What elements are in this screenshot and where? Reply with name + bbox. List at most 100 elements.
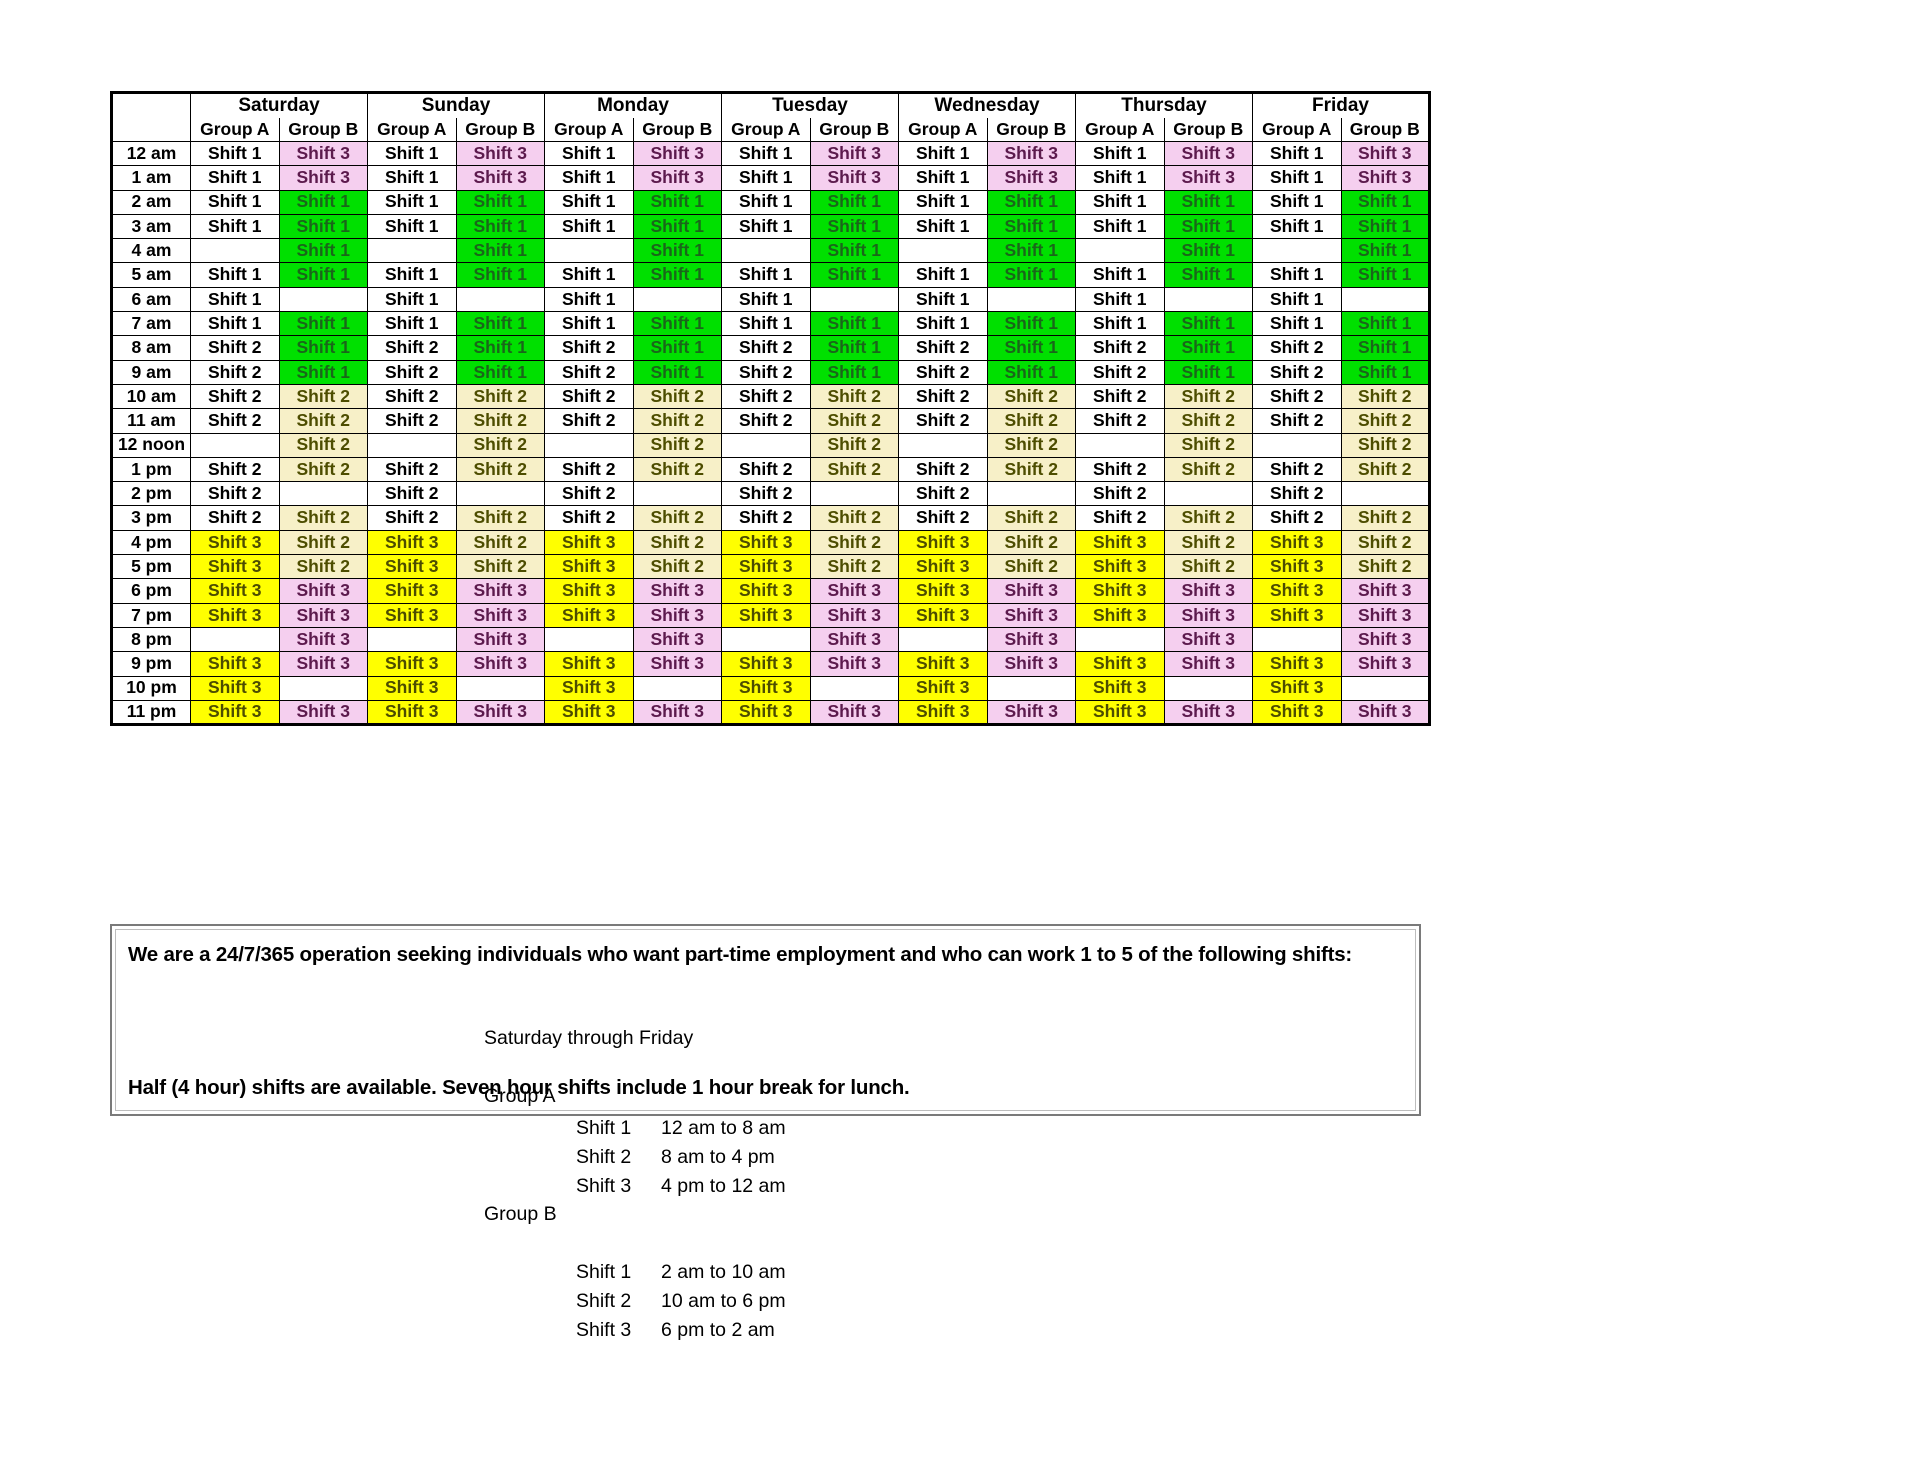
shift-cell-saturday-a-20[interactable] <box>190 626 280 653</box>
shift-cell-wednesday-a-23[interactable]: Shift 3 <box>898 699 988 726</box>
shift-cell-monday-a-7[interactable]: Shift 1 <box>544 311 634 337</box>
shift-cell-tuesday-b-8[interactable]: Shift 1 <box>809 335 899 361</box>
shift-cell-saturday-b-16[interactable]: Shift 2 <box>278 529 368 556</box>
shift-cell-sunday-b-23[interactable]: Shift 3 <box>455 699 545 726</box>
shift-cell-tuesday-b-13[interactable]: Shift 2 <box>809 456 899 483</box>
shift-cell-monday-a-11[interactable]: Shift 2 <box>544 408 634 434</box>
shift-cell-saturday-b-0[interactable]: Shift 3 <box>278 140 368 167</box>
shift-cell-monday-b-11[interactable]: Shift 2 <box>632 408 722 434</box>
shift-cell-friday-b-1[interactable]: Shift 3 <box>1340 165 1430 191</box>
shift-cell-saturday-a-18[interactable]: Shift 3 <box>190 578 280 604</box>
shift-cell-saturday-a-19[interactable]: Shift 3 <box>190 602 280 628</box>
shift-cell-friday-a-12[interactable] <box>1252 432 1342 458</box>
shift-cell-wednesday-b-9[interactable]: Shift 1 <box>986 359 1076 385</box>
shift-cell-sunday-b-19[interactable]: Shift 3 <box>455 602 545 628</box>
shift-cell-monday-a-17[interactable]: Shift 3 <box>544 554 634 580</box>
shift-cell-tuesday-a-6[interactable]: Shift 1 <box>721 286 811 313</box>
shift-cell-friday-a-2[interactable]: Shift 1 <box>1252 189 1342 215</box>
shift-cell-tuesday-a-11[interactable]: Shift 2 <box>721 408 811 434</box>
shift-cell-monday-b-15[interactable]: Shift 2 <box>632 505 722 531</box>
shift-cell-saturday-b-13[interactable]: Shift 2 <box>278 456 368 483</box>
shift-cell-thursday-b-9[interactable]: Shift 1 <box>1163 359 1253 385</box>
shift-cell-tuesday-a-1[interactable]: Shift 1 <box>721 165 811 191</box>
shift-cell-thursday-a-22[interactable]: Shift 3 <box>1075 675 1165 701</box>
shift-cell-friday-b-19[interactable]: Shift 3 <box>1340 602 1430 628</box>
shift-cell-wednesday-a-18[interactable]: Shift 3 <box>898 578 988 604</box>
shift-cell-friday-a-10[interactable]: Shift 2 <box>1252 383 1342 410</box>
shift-cell-saturday-b-9[interactable]: Shift 1 <box>278 359 368 385</box>
shift-cell-sunday-b-9[interactable]: Shift 1 <box>455 359 545 385</box>
shift-cell-friday-b-2[interactable]: Shift 1 <box>1340 189 1430 215</box>
shift-cell-wednesday-b-20[interactable]: Shift 3 <box>986 626 1076 653</box>
shift-cell-monday-a-10[interactable]: Shift 2 <box>544 383 634 410</box>
shift-cell-sunday-a-19[interactable]: Shift 3 <box>367 602 457 628</box>
shift-cell-saturday-a-6[interactable]: Shift 1 <box>190 286 280 313</box>
shift-cell-sunday-b-10[interactable]: Shift 2 <box>455 383 545 410</box>
shift-cell-friday-b-6[interactable] <box>1340 286 1430 313</box>
shift-cell-tuesday-a-12[interactable] <box>721 432 811 458</box>
shift-cell-thursday-a-18[interactable]: Shift 3 <box>1075 578 1165 604</box>
shift-cell-sunday-b-22[interactable] <box>455 675 545 701</box>
shift-cell-friday-a-3[interactable]: Shift 1 <box>1252 213 1342 240</box>
shift-cell-wednesday-a-16[interactable]: Shift 3 <box>898 529 988 556</box>
shift-cell-saturday-b-4[interactable]: Shift 1 <box>278 238 368 264</box>
shift-cell-friday-b-9[interactable]: Shift 1 <box>1340 359 1430 385</box>
shift-cell-tuesday-a-15[interactable]: Shift 2 <box>721 505 811 531</box>
shift-cell-sunday-b-16[interactable]: Shift 2 <box>455 529 545 556</box>
shift-cell-sunday-a-22[interactable]: Shift 3 <box>367 675 457 701</box>
shift-cell-friday-b-12[interactable]: Shift 2 <box>1340 432 1430 458</box>
shift-cell-thursday-a-1[interactable]: Shift 1 <box>1075 165 1165 191</box>
shift-cell-saturday-b-12[interactable]: Shift 2 <box>278 432 368 458</box>
shift-cell-saturday-b-20[interactable]: Shift 3 <box>278 626 368 653</box>
shift-cell-wednesday-a-6[interactable]: Shift 1 <box>898 286 988 313</box>
shift-cell-friday-b-22[interactable] <box>1340 675 1430 701</box>
shift-cell-friday-b-20[interactable]: Shift 3 <box>1340 626 1430 653</box>
shift-cell-thursday-b-11[interactable]: Shift 2 <box>1163 408 1253 434</box>
shift-cell-tuesday-a-16[interactable]: Shift 3 <box>721 529 811 556</box>
shift-cell-monday-a-20[interactable] <box>544 626 634 653</box>
shift-cell-sunday-b-8[interactable]: Shift 1 <box>455 335 545 361</box>
shift-cell-thursday-b-22[interactable] <box>1163 675 1253 701</box>
shift-cell-monday-b-14[interactable] <box>632 481 722 507</box>
shift-cell-tuesday-b-21[interactable]: Shift 3 <box>809 651 899 677</box>
shift-cell-thursday-a-15[interactable]: Shift 2 <box>1075 505 1165 531</box>
shift-cell-tuesday-a-17[interactable]: Shift 3 <box>721 554 811 580</box>
shift-cell-thursday-a-8[interactable]: Shift 2 <box>1075 335 1165 361</box>
shift-cell-friday-a-5[interactable]: Shift 1 <box>1252 262 1342 288</box>
shift-cell-saturday-a-3[interactable]: Shift 1 <box>190 213 280 240</box>
shift-cell-monday-a-3[interactable]: Shift 1 <box>544 213 634 240</box>
shift-cell-tuesday-b-12[interactable]: Shift 2 <box>809 432 899 458</box>
shift-cell-tuesday-b-19[interactable]: Shift 3 <box>809 602 899 628</box>
shift-cell-thursday-a-7[interactable]: Shift 1 <box>1075 311 1165 337</box>
shift-cell-thursday-b-19[interactable]: Shift 3 <box>1163 602 1253 628</box>
shift-cell-saturday-b-5[interactable]: Shift 1 <box>278 262 368 288</box>
shift-cell-friday-a-16[interactable]: Shift 3 <box>1252 529 1342 556</box>
shift-cell-sunday-a-1[interactable]: Shift 1 <box>367 165 457 191</box>
shift-cell-monday-b-17[interactable]: Shift 2 <box>632 554 722 580</box>
shift-cell-thursday-a-16[interactable]: Shift 3 <box>1075 529 1165 556</box>
shift-cell-sunday-a-13[interactable]: Shift 2 <box>367 456 457 483</box>
shift-cell-friday-b-23[interactable]: Shift 3 <box>1340 699 1430 726</box>
shift-cell-thursday-b-15[interactable]: Shift 2 <box>1163 505 1253 531</box>
shift-cell-friday-a-23[interactable]: Shift 3 <box>1252 699 1342 726</box>
shift-cell-thursday-b-10[interactable]: Shift 2 <box>1163 383 1253 410</box>
shift-cell-wednesday-a-7[interactable]: Shift 1 <box>898 311 988 337</box>
shift-cell-sunday-b-17[interactable]: Shift 2 <box>455 554 545 580</box>
shift-cell-monday-b-7[interactable]: Shift 1 <box>632 311 722 337</box>
shift-cell-wednesday-b-14[interactable] <box>986 481 1076 507</box>
shift-cell-monday-a-5[interactable]: Shift 1 <box>544 262 634 288</box>
shift-cell-monday-a-16[interactable]: Shift 3 <box>544 529 634 556</box>
shift-cell-sunday-a-18[interactable]: Shift 3 <box>367 578 457 604</box>
shift-cell-tuesday-a-13[interactable]: Shift 2 <box>721 456 811 483</box>
shift-cell-tuesday-b-20[interactable]: Shift 3 <box>809 626 899 653</box>
shift-cell-saturday-a-1[interactable]: Shift 1 <box>190 165 280 191</box>
shift-cell-friday-a-14[interactable]: Shift 2 <box>1252 481 1342 507</box>
shift-cell-thursday-a-6[interactable]: Shift 1 <box>1075 286 1165 313</box>
shift-cell-thursday-a-21[interactable]: Shift 3 <box>1075 651 1165 677</box>
shift-cell-tuesday-b-17[interactable]: Shift 2 <box>809 554 899 580</box>
shift-cell-monday-b-1[interactable]: Shift 3 <box>632 165 722 191</box>
shift-cell-wednesday-a-0[interactable]: Shift 1 <box>898 140 988 167</box>
shift-cell-monday-b-23[interactable]: Shift 3 <box>632 699 722 726</box>
shift-cell-monday-b-8[interactable]: Shift 1 <box>632 335 722 361</box>
shift-cell-sunday-a-0[interactable]: Shift 1 <box>367 140 457 167</box>
